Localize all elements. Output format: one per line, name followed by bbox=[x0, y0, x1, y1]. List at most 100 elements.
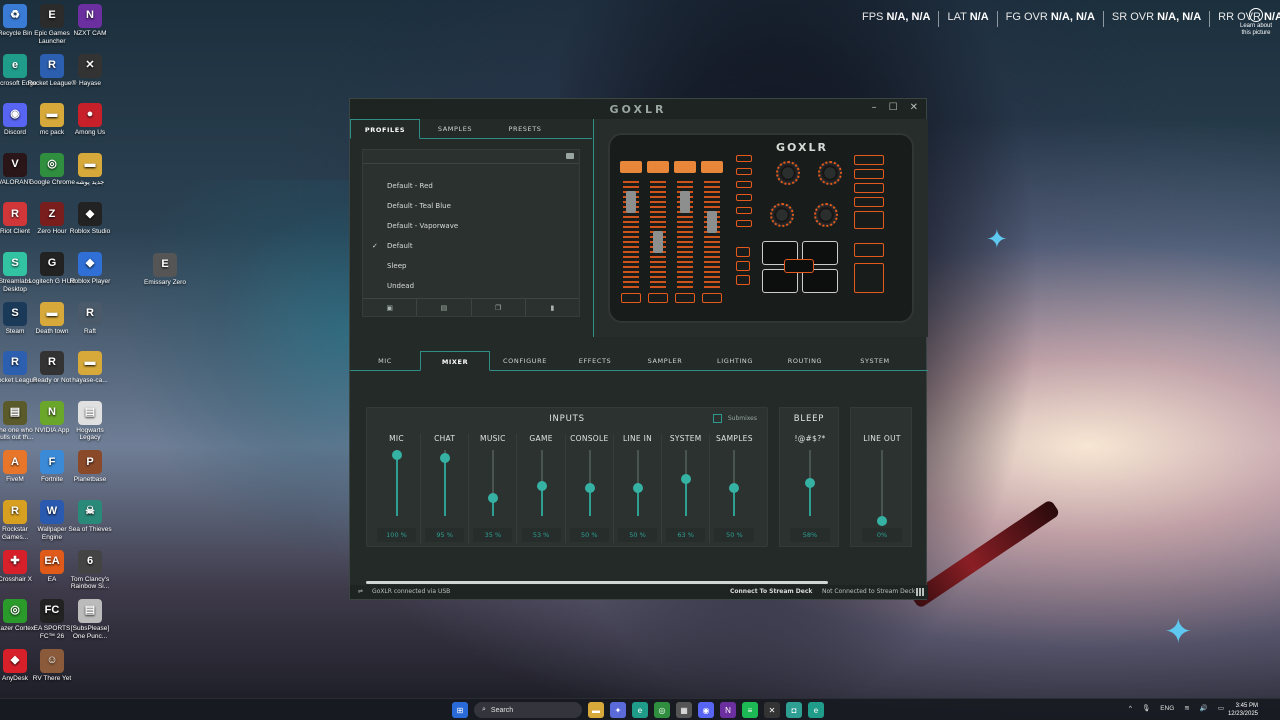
desktop-icon[interactable]: ▤ Hogwarts Legacy bbox=[65, 400, 115, 442]
profile-item[interactable]: Default - Vaporwave bbox=[363, 216, 579, 236]
battery-icon[interactable]: ▭ bbox=[1218, 704, 1224, 712]
desktop-icon[interactable]: ☺ RV There Yet bbox=[27, 648, 77, 683]
tab-mic[interactable]: MIC bbox=[350, 351, 420, 370]
device-sampler-clear[interactable] bbox=[784, 259, 814, 273]
channel-value[interactable]: 63 % bbox=[666, 528, 706, 542]
profile-item[interactable]: ✓ Default bbox=[363, 236, 579, 256]
maximize-button[interactable]: ☐ bbox=[889, 102, 898, 113]
fader-mute-button[interactable] bbox=[621, 293, 641, 303]
tab-effects[interactable]: EFFECTS bbox=[560, 351, 630, 370]
desktop-icon[interactable]: ✕ Hayase bbox=[65, 53, 115, 88]
goxlr-icon[interactable]: ◘ bbox=[786, 702, 802, 718]
volume-slider-thumb[interactable] bbox=[805, 477, 815, 488]
tab-configure[interactable]: CONFIGURE bbox=[490, 351, 560, 370]
volume-slider-thumb[interactable] bbox=[536, 481, 547, 492]
desktop-icon[interactable]: N NZXT CAM bbox=[65, 4, 115, 38]
desktop-icon[interactable]: ◆ Roblox Studio bbox=[65, 202, 115, 236]
volume-slider-thumb[interactable] bbox=[633, 483, 643, 493]
device-fader[interactable] bbox=[647, 161, 671, 303]
device-small-button[interactable] bbox=[736, 194, 752, 201]
horizontal-scrollbar[interactable] bbox=[366, 581, 828, 584]
profile-item[interactable]: Sleep bbox=[363, 256, 579, 276]
device-small-button[interactable] bbox=[736, 155, 752, 162]
device-sampler-bank-button[interactable] bbox=[736, 275, 750, 285]
connect-stream-deck-button[interactable]: Connect To Stream Deck bbox=[730, 585, 812, 599]
channel-value[interactable]: 50 % bbox=[618, 528, 657, 542]
open-folder-icon[interactable] bbox=[566, 153, 574, 159]
device-bleep-button[interactable] bbox=[854, 243, 884, 257]
device-fader[interactable] bbox=[620, 161, 644, 303]
channel-value[interactable]: 100 % bbox=[377, 528, 416, 542]
volume-slider-thumb[interactable] bbox=[584, 483, 595, 493]
volume-slider-thumb[interactable] bbox=[877, 516, 887, 526]
volume-slider-thumb[interactable] bbox=[440, 453, 451, 464]
desktop-icon[interactable]: P Planetbase bbox=[65, 450, 115, 484]
desktop-icon[interactable]: ☠ Sea of Thieves bbox=[65, 500, 115, 534]
volume-slider-track[interactable] bbox=[881, 450, 883, 516]
device-dial[interactable] bbox=[818, 161, 842, 185]
clock[interactable]: 3:45 PM 12/23/2025 bbox=[1228, 702, 1258, 718]
discord-icon[interactable]: ◉ bbox=[698, 702, 714, 718]
tab-sampler[interactable]: SAMPLER bbox=[630, 351, 700, 370]
desktop-icon[interactable]: ▤ [SubsPlease] One Punc... bbox=[65, 599, 115, 640]
mic-icon[interactable]: 🎙 bbox=[1142, 704, 1150, 712]
channel-value[interactable]: 95 % bbox=[425, 528, 465, 542]
chrome-icon[interactable]: ◎ bbox=[654, 702, 670, 718]
device-dial[interactable] bbox=[770, 203, 794, 227]
device-small-button[interactable] bbox=[736, 220, 752, 227]
minimize-button[interactable]: – bbox=[872, 102, 877, 113]
grid-icon[interactable] bbox=[916, 588, 924, 596]
device-fader[interactable] bbox=[674, 161, 698, 303]
device-fx-button[interactable] bbox=[854, 211, 884, 229]
desktop-icon[interactable]: ▬ جدید پوشه bbox=[65, 152, 115, 187]
submixes-toggle[interactable]: Submixes bbox=[712, 414, 757, 423]
fader-knob[interactable] bbox=[680, 191, 690, 213]
volume-slider-thumb[interactable] bbox=[681, 474, 692, 485]
nzxt-cam-icon[interactable]: N bbox=[720, 702, 736, 718]
search-box[interactable]: ⌕ Search bbox=[474, 702, 582, 718]
tab-profiles[interactable]: PROFILES bbox=[350, 119, 420, 139]
title-bar[interactable]: GOXLR – ☐ ✕ bbox=[350, 99, 926, 119]
close-button[interactable]: ✕ bbox=[910, 102, 918, 113]
fader-knob[interactable] bbox=[626, 191, 636, 213]
volume-slider-thumb[interactable] bbox=[488, 492, 499, 503]
profile-item[interactable]: Default - Red bbox=[363, 176, 579, 196]
learn-about-picture[interactable]: Learn about this picture bbox=[1236, 8, 1276, 37]
device-fader[interactable] bbox=[701, 161, 725, 303]
save-button[interactable]: ▣ bbox=[363, 299, 418, 316]
device-effect-button[interactable] bbox=[854, 197, 884, 207]
desktop-icon[interactable]: ◆ Roblox Player bbox=[65, 252, 115, 286]
tab-system[interactable]: SYSTEM bbox=[840, 351, 910, 370]
device-effect-button[interactable] bbox=[854, 169, 884, 179]
fader-knob[interactable] bbox=[707, 211, 717, 233]
chevron-up-icon[interactable]: ^ bbox=[1129, 705, 1132, 712]
fader-mute-button[interactable] bbox=[648, 293, 668, 303]
device-sampler-bank-button[interactable] bbox=[736, 261, 750, 271]
copilot-icon[interactable]: ✦ bbox=[610, 702, 626, 718]
volume-slider-thumb[interactable] bbox=[392, 450, 402, 460]
copy-button[interactable]: ❐ bbox=[472, 299, 526, 316]
device-small-button[interactable] bbox=[736, 168, 752, 175]
tab-lighting[interactable]: LIGHTING bbox=[700, 351, 770, 370]
desktop-icon[interactable]: R Raft bbox=[65, 301, 115, 336]
delete-button[interactable]: ▮ bbox=[526, 299, 579, 316]
channel-value[interactable]: 53 % bbox=[521, 528, 561, 542]
device-effect-button[interactable] bbox=[854, 155, 884, 165]
spotify-icon[interactable]: ≡ bbox=[742, 702, 758, 718]
fader-knob[interactable] bbox=[653, 231, 663, 253]
volume-icon[interactable]: 🔊 bbox=[1200, 704, 1208, 712]
device-dial[interactable] bbox=[776, 161, 800, 185]
edge-icon[interactable]: e bbox=[632, 702, 648, 718]
volume-slider-thumb[interactable] bbox=[729, 483, 740, 493]
new-button[interactable]: ▤ bbox=[417, 299, 472, 316]
desktop-icon[interactable]: E Emissary Zero bbox=[140, 253, 190, 287]
wifi-icon[interactable]: ≋ bbox=[1184, 704, 1189, 712]
start-icon[interactable]: ⊞ bbox=[452, 702, 468, 718]
channel-value[interactable]: 0% bbox=[862, 528, 902, 542]
device-dial[interactable] bbox=[814, 203, 838, 227]
profile-item[interactable]: Default - Teal Blue bbox=[363, 196, 579, 216]
language-indicator[interactable]: ENG bbox=[1160, 705, 1174, 712]
tab-presets[interactable]: PRESETS bbox=[490, 119, 560, 138]
device-cough-button[interactable] bbox=[854, 263, 884, 293]
channel-value[interactable]: 50 % bbox=[569, 528, 609, 542]
